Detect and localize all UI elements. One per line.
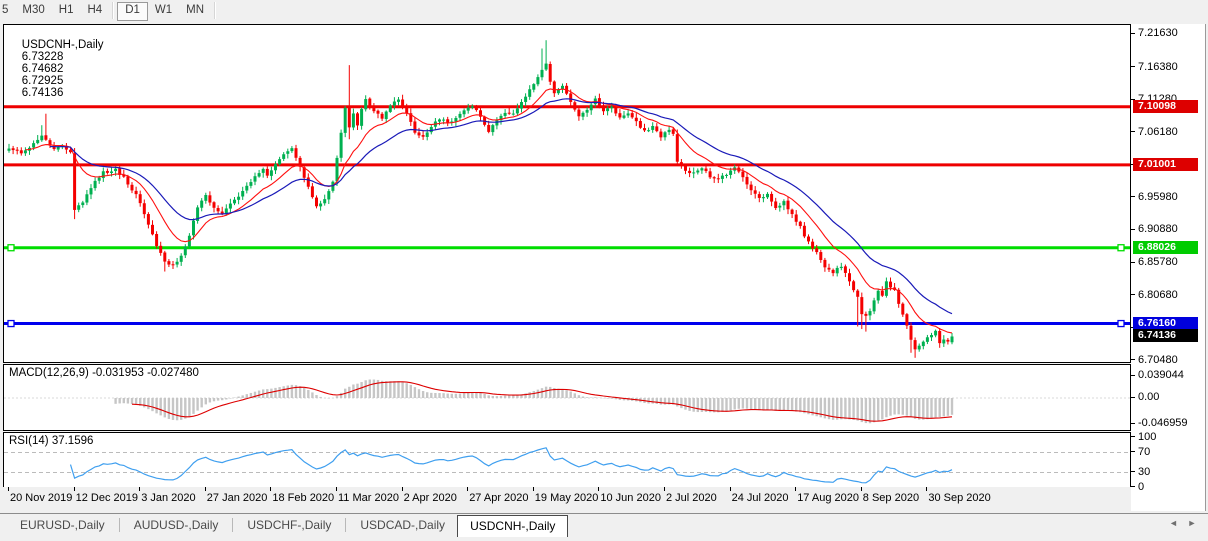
date-label: 2 Apr 2020 xyxy=(404,492,457,504)
macd-panel[interactable]: MACD(12,26,9) -0.031953 -0.027480 xyxy=(3,364,1131,431)
date-label: 11 Mar 2020 xyxy=(338,492,399,504)
rsi-axis-tick: 70 xyxy=(1131,446,1150,458)
date-tickmark xyxy=(336,487,337,491)
tab-separator xyxy=(119,518,120,532)
price-chart-panel[interactable]: USDCNH-,Daily 6.73228 6.74682 6.72925 6.… xyxy=(3,24,1131,363)
date-tickmark xyxy=(8,487,9,491)
price-level-label: 7.10098 xyxy=(1133,100,1198,113)
date-label: 10 Jun 2020 xyxy=(600,492,661,504)
date-label: 27 Jan 2020 xyxy=(207,492,268,504)
date-label: 24 Jul 2020 xyxy=(732,492,789,504)
toolbar-separator xyxy=(112,2,114,19)
date-label: 17 Aug 2020 xyxy=(797,492,859,504)
date-label: 27 Apr 2020 xyxy=(469,492,528,504)
price-level-label: 6.76160 xyxy=(1133,317,1198,330)
timeframe-toolbar: 5M30H1H4 D1W1MN xyxy=(0,0,1208,23)
tab-scroll-buttons: ◄ ► xyxy=(1165,518,1200,528)
timeframe-button-m30[interactable]: M30 xyxy=(15,2,51,19)
date-tickmark xyxy=(533,487,534,491)
date-tickmark xyxy=(467,487,468,491)
date-tickmark xyxy=(664,487,665,491)
chart-close-value: 6.74136 xyxy=(22,87,64,99)
level-anchor-handle[interactable] xyxy=(8,321,14,327)
timeframe-button-5[interactable]: 5 xyxy=(0,2,15,19)
price-level-label: 6.88026 xyxy=(1133,241,1198,254)
price-axis[interactable]: 7.216307.163807.112807.061807.010806.959… xyxy=(1131,24,1205,511)
timeframe-button-mn[interactable]: MN xyxy=(179,2,211,19)
macd-axis-tick: -0.046959 xyxy=(1131,417,1188,429)
window-right-border xyxy=(1205,24,1206,511)
tab-separator xyxy=(345,518,346,532)
date-tickmark xyxy=(74,487,75,491)
level-anchor-handle[interactable] xyxy=(1118,245,1124,251)
date-tickmark xyxy=(795,487,796,491)
tab-usdcnh-daily[interactable]: USDCNH-,Daily xyxy=(457,515,568,537)
rsi-axis-tick: 30 xyxy=(1131,466,1150,478)
chart-open-value: 6.73228 xyxy=(22,51,64,63)
date-tickmark xyxy=(270,487,271,491)
tab-scroll-left-icon[interactable]: ◄ xyxy=(1165,518,1181,528)
chart-low-value: 6.72925 xyxy=(22,75,64,87)
price-axis-tick: 6.95980 xyxy=(1131,191,1178,203)
toolbar-separator xyxy=(214,2,216,19)
tab-audusd-daily[interactable]: AUDUSD-,Daily xyxy=(122,515,231,535)
chart-high-value: 6.74682 xyxy=(22,63,64,75)
ma-slow-line xyxy=(50,99,952,314)
level-anchor-handle[interactable] xyxy=(8,245,14,251)
date-label: 8 Sep 2020 xyxy=(863,492,919,504)
tab-usdcad-daily[interactable]: USDCAD-,Daily xyxy=(348,515,457,535)
price-axis-tick: 7.21630 xyxy=(1131,27,1178,39)
date-tickmark xyxy=(402,487,403,491)
trading-terminal-window: { "toolbar": { "timeframes": [ {"label":… xyxy=(0,0,1208,540)
tab-separator xyxy=(232,518,233,532)
price-level-label: 6.74136 xyxy=(1133,329,1198,342)
date-label: 2 Jul 2020 xyxy=(666,492,717,504)
date-axis[interactable]: 20 Nov 2019 12 Dec 20193 Jan 2020 27 Jan 2… xyxy=(3,487,1131,512)
date-label: 30 Sep 2020 xyxy=(928,492,990,504)
price-axis-tick: 6.70480 xyxy=(1131,354,1178,366)
macd-label: MACD(12,26,9) -0.031953 -0.027480 xyxy=(9,367,199,379)
price-axis-tick: 6.80680 xyxy=(1131,289,1178,301)
date-label: 3 Jan 2020 xyxy=(141,492,195,504)
rsi-label: RSI(14) 37.1596 xyxy=(9,435,93,447)
price-axis-tick: 6.90880 xyxy=(1131,223,1178,235)
rsi-panel[interactable]: RSI(14) 37.1596 xyxy=(3,432,1131,488)
tab-usdchf-daily[interactable]: USDCHF-,Daily xyxy=(235,515,343,535)
date-tickmark xyxy=(205,487,206,491)
date-tickmark xyxy=(139,487,140,491)
date-label: 19 May 2020 xyxy=(535,492,599,504)
timeframe-button-w1[interactable]: W1 xyxy=(148,2,179,19)
timeframe-button-h1[interactable]: H1 xyxy=(52,2,81,19)
date-label: 18 Feb 2020 xyxy=(272,492,334,504)
tab-eurusd-daily[interactable]: EURUSD-,Daily xyxy=(8,515,117,535)
date-tickmark xyxy=(926,487,927,491)
rsi-line xyxy=(71,448,953,483)
price-level-label: 7.01001 xyxy=(1133,158,1198,171)
date-tickmark xyxy=(861,487,862,491)
date-tickmark xyxy=(598,487,599,491)
timeframe-button-d1[interactable]: D1 xyxy=(117,2,148,21)
chart-tab-bar: EURUSD-,DailyAUDUSD-,DailyUSDCHF-,DailyU… xyxy=(0,513,1208,541)
date-tickmark xyxy=(730,487,731,491)
price-axis-tick: 6.85780 xyxy=(1131,256,1178,268)
tab-scroll-right-icon[interactable]: ► xyxy=(1184,518,1200,528)
level-anchor-handle[interactable] xyxy=(1118,321,1124,327)
rsi-axis-tick: 100 xyxy=(1131,431,1156,443)
price-axis-tick: 7.16380 xyxy=(1131,61,1178,73)
chart-symbol-label: USDCNH-,Daily xyxy=(22,39,104,51)
candlestick-canvas[interactable] xyxy=(4,25,1130,362)
rsi-axis-tick: 0 xyxy=(1131,481,1144,493)
macd-axis-tick: 0.00 xyxy=(1131,391,1159,403)
macd-axis-tick: 0.039044 xyxy=(1131,369,1184,381)
chart-title: USDCNH-,Daily 6.73228 6.74682 6.72925 6.… xyxy=(9,27,108,111)
date-label: 20 Nov 2019 xyxy=(10,492,72,504)
rsi-canvas[interactable] xyxy=(4,433,1130,487)
price-axis-tick: 7.06180 xyxy=(1131,126,1178,138)
timeframe-button-h4[interactable]: H4 xyxy=(80,2,109,19)
date-label: 12 Dec 2019 xyxy=(76,492,138,504)
